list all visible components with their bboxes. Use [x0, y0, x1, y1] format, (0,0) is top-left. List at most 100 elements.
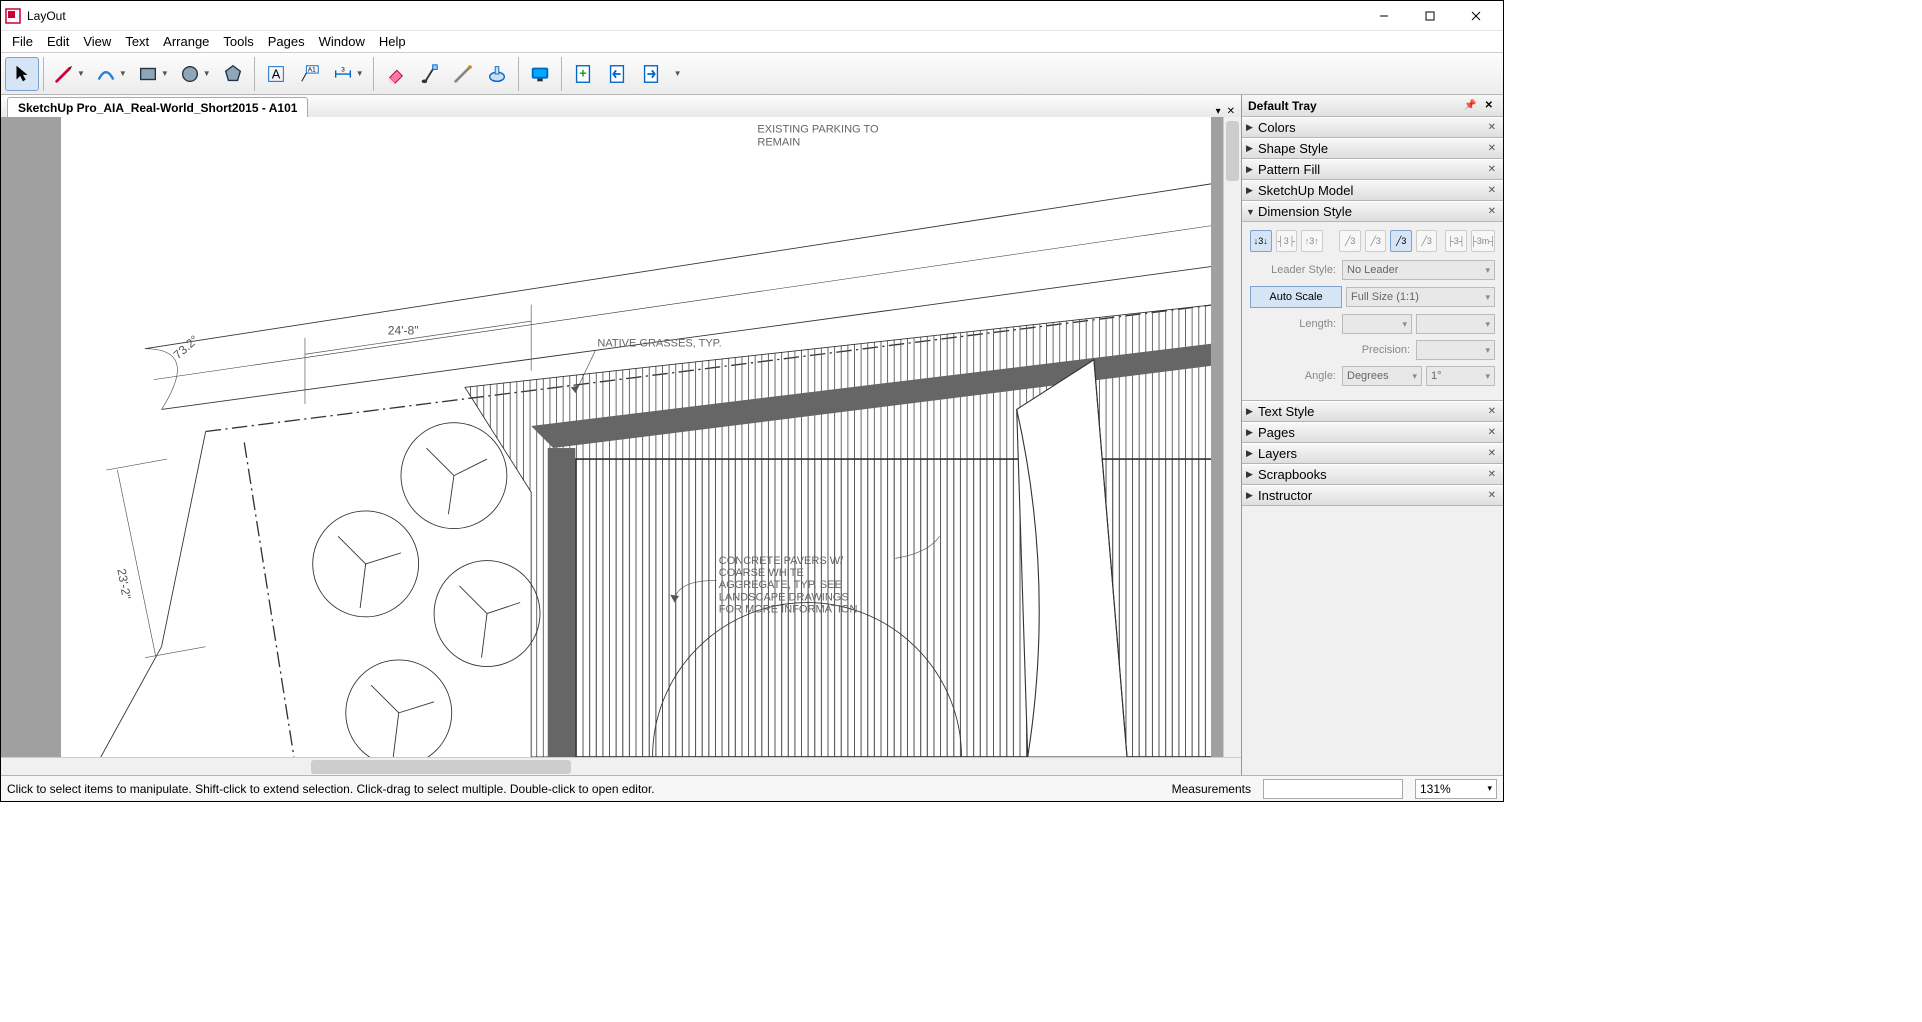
- menu-text[interactable]: Text: [118, 31, 156, 52]
- panel-pattern-fill[interactable]: ▶Pattern Fill✕: [1242, 159, 1503, 180]
- add-page-tool[interactable]: +: [566, 57, 600, 91]
- dimension-tool[interactable]: 3▼: [327, 57, 369, 91]
- toolbar: ▼ ▼ ▼ ▼ A A1 3▼ + ▼: [1, 53, 1503, 95]
- tab-close-icon[interactable]: ✕: [1227, 106, 1235, 117]
- angle-unit-select[interactable]: Degrees: [1342, 366, 1422, 386]
- panel-close-icon[interactable]: ✕: [1485, 185, 1499, 196]
- angle-label: Angle:: [1250, 370, 1342, 382]
- panel-close-icon[interactable]: ✕: [1485, 143, 1499, 154]
- tray-title: Default Tray: [1248, 99, 1317, 113]
- angle-label: 73.2°: [171, 332, 202, 362]
- document-tab[interactable]: SketchUp Pro_AIA_Real-World_Short2015 - …: [7, 97, 308, 117]
- menu-tools[interactable]: Tools: [216, 31, 260, 52]
- dimension-style-body: ↓3↓ ┤3├ ↑3↑ ╱3 ╱3 ╱3 ╱3 ├3┤ ├3m┤ Leader …: [1242, 222, 1503, 401]
- angle-precision-select[interactable]: 1°: [1426, 366, 1495, 386]
- horizontal-scrollbar[interactable]: [1, 757, 1241, 775]
- join-tool[interactable]: [480, 57, 514, 91]
- text-tool[interactable]: A: [259, 57, 293, 91]
- dim-23-2: 23'-2": [114, 568, 133, 601]
- maximize-button[interactable]: [1407, 1, 1453, 31]
- pin-icon[interactable]: 📌: [1460, 100, 1480, 111]
- style-tool[interactable]: [412, 57, 446, 91]
- length-label: Length:: [1250, 318, 1342, 330]
- panel-close-icon[interactable]: ✕: [1485, 490, 1499, 501]
- leader-style-label: Leader Style:: [1250, 264, 1342, 276]
- menu-edit[interactable]: Edit: [40, 31, 76, 52]
- tab-dropdown-icon[interactable]: ▾: [1216, 106, 1221, 117]
- dim-align-3[interactable]: ╱3: [1390, 230, 1412, 252]
- panel-dimension-style[interactable]: ▼Dimension Style✕: [1242, 201, 1503, 222]
- dim-text-center[interactable]: ┤3├: [1276, 230, 1298, 252]
- measurements-label: Measurements: [1172, 782, 1251, 796]
- label-grasses: NATIVE GRASSES, TYP.: [597, 338, 721, 350]
- menu-view[interactable]: View: [76, 31, 118, 52]
- toolbar-overflow[interactable]: ▼: [674, 69, 682, 78]
- dim-24-8: 24'-8": [388, 323, 419, 337]
- auto-scale-button[interactable]: Auto Scale: [1250, 286, 1342, 308]
- length-unit-select[interactable]: [1342, 314, 1412, 334]
- dim-gap-2[interactable]: ├3m┤: [1471, 230, 1495, 252]
- status-hint: Click to select items to manipulate. Shi…: [7, 782, 1160, 796]
- arc-tool[interactable]: ▼: [90, 57, 132, 91]
- scale-select[interactable]: Full Size (1:1): [1346, 287, 1495, 307]
- select-tool[interactable]: [5, 57, 39, 91]
- label-tool[interactable]: A1: [293, 57, 327, 91]
- zoom-select[interactable]: 131%: [1415, 779, 1497, 799]
- panel-text-style[interactable]: ▶Text Style✕: [1242, 401, 1503, 422]
- svg-text:A: A: [271, 66, 280, 81]
- polygon-tool[interactable]: [216, 57, 250, 91]
- precision-select[interactable]: [1416, 340, 1495, 360]
- previous-page-tool[interactable]: [600, 57, 634, 91]
- panel-close-icon[interactable]: ✕: [1485, 164, 1499, 175]
- presentation-tool[interactable]: [523, 57, 557, 91]
- svg-text:3: 3: [341, 66, 345, 73]
- panel-close-icon[interactable]: ✕: [1485, 122, 1499, 133]
- dim-align-4[interactable]: ╱3: [1416, 230, 1438, 252]
- split-tool[interactable]: [446, 57, 480, 91]
- panel-close-icon[interactable]: ✕: [1485, 448, 1499, 459]
- dim-gap-1[interactable]: ├3┤: [1445, 230, 1467, 252]
- circle-tool[interactable]: ▼: [174, 57, 216, 91]
- menu-pages[interactable]: Pages: [261, 31, 312, 52]
- panel-close-icon[interactable]: ✕: [1485, 469, 1499, 480]
- panel-shape-style[interactable]: ▶Shape Style✕: [1242, 138, 1503, 159]
- menu-file[interactable]: File: [5, 31, 40, 52]
- panel-pages[interactable]: ▶Pages✕: [1242, 422, 1503, 443]
- default-tray: Default Tray 📌 ✕ ▶Colors✕ ▶Shape Style✕ …: [1241, 95, 1503, 775]
- next-page-tool[interactable]: [634, 57, 668, 91]
- line-tool[interactable]: ▼: [48, 57, 90, 91]
- app-icon: [5, 8, 21, 24]
- drawing-canvas[interactable]: 24'-8" 73.2°: [1, 117, 1223, 757]
- panel-scrapbooks[interactable]: ▶Scrapbooks✕: [1242, 464, 1503, 485]
- length-precision-select[interactable]: [1416, 314, 1495, 334]
- menu-window[interactable]: Window: [312, 31, 372, 52]
- menu-arrange[interactable]: Arrange: [156, 31, 216, 52]
- svg-text:+: +: [579, 65, 587, 80]
- panel-close-icon[interactable]: ✕: [1485, 427, 1499, 438]
- dim-text-above[interactable]: ↓3↓: [1250, 230, 1272, 252]
- panel-sketchup-model[interactable]: ▶SketchUp Model✕: [1242, 180, 1503, 201]
- window-title: LayOut: [27, 9, 1361, 23]
- measurements-input[interactable]: [1263, 779, 1403, 799]
- panel-close-icon[interactable]: ✕: [1485, 406, 1499, 417]
- panel-instructor[interactable]: ▶Instructor✕: [1242, 485, 1503, 506]
- close-button[interactable]: [1453, 1, 1499, 31]
- minimize-button[interactable]: [1361, 1, 1407, 31]
- panel-colors[interactable]: ▶Colors✕: [1242, 117, 1503, 138]
- menu-bar: File Edit View Text Arrange Tools Pages …: [1, 31, 1503, 53]
- precision-label: Precision:: [1250, 344, 1416, 356]
- label-pavers: CONCRETE PAVERS W/COARSE WHITEAGGREGATE,…: [719, 555, 858, 616]
- svg-text:A1: A1: [308, 66, 316, 73]
- vertical-scrollbar[interactable]: [1223, 117, 1241, 757]
- dim-align-2[interactable]: ╱3: [1365, 230, 1387, 252]
- dim-text-below[interactable]: ↑3↑: [1301, 230, 1323, 252]
- label-parking: EXISTING PARKING TOREMAIN: [757, 123, 879, 148]
- menu-help[interactable]: Help: [372, 31, 413, 52]
- rectangle-tool[interactable]: ▼: [132, 57, 174, 91]
- leader-style-select[interactable]: No Leader: [1342, 260, 1495, 280]
- panel-close-icon[interactable]: ✕: [1485, 206, 1499, 217]
- eraser-tool[interactable]: [378, 57, 412, 91]
- tray-close-icon[interactable]: ✕: [1481, 100, 1497, 111]
- dim-align-1[interactable]: ╱3: [1339, 230, 1361, 252]
- panel-layers[interactable]: ▶Layers✕: [1242, 443, 1503, 464]
